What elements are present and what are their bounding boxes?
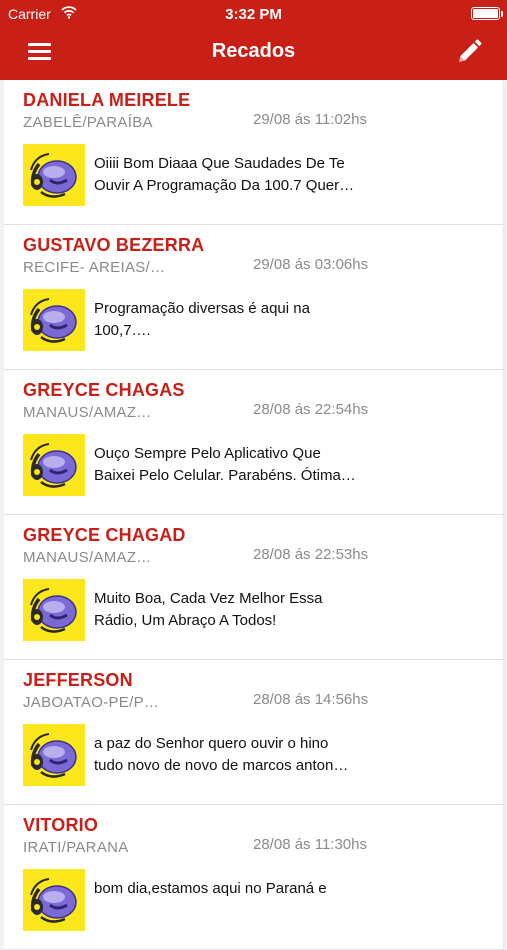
sender-name: DANIELA MEIRELE	[23, 90, 191, 110]
sender-city: JABOATAO-PE/P…	[23, 694, 160, 711]
message-date: 29/08 ás 03:06hs	[253, 256, 369, 273]
sender-name: GUSTAVO BEZERRA	[23, 235, 205, 255]
message-preview: Oiiii Bom Diaaa Que Saudades De Te Ouvir…	[94, 155, 355, 194]
message-preview: Programação diversas é aqui na 100,7….	[94, 300, 310, 339]
message-card[interactable]: JEFFERSON JABOATAO-PE/P… 28/08 ás 14:56h…	[4, 660, 503, 805]
message-date: 28/08 ás 14:56hs	[253, 691, 369, 708]
radio-logo-avatar	[23, 144, 85, 206]
sender-name: GREYCE CHAGAS	[23, 380, 185, 400]
status-bar: Carrier 3:32 PM	[0, 0, 507, 28]
radio-logo-avatar	[23, 579, 85, 641]
radio-logo-avatar	[23, 434, 85, 496]
sender-city: RECIFE- AREIAS/…	[23, 259, 166, 276]
sender-city: IRATI/PARANA	[23, 839, 129, 856]
battery-icon	[471, 7, 503, 20]
sender-city: MANAUS/AMAZ…	[23, 404, 152, 421]
pencil-icon[interactable]	[455, 38, 483, 66]
message-preview: Muito Boa, Cada Vez Melhor Essa Rádio, U…	[94, 590, 323, 629]
message-date: 28/08 ás 11:30hs	[253, 836, 367, 853]
message-list[interactable]: DANIELA MEIRELE ZABELÊ/PARAÍBA 29/08 ás …	[0, 80, 507, 950]
message-preview: bom dia,estamos aqui no Paraná e	[94, 880, 327, 897]
message-card[interactable]: VITORIO IRATI/PARANA 28/08 ás 11:30hs bo…	[4, 805, 503, 950]
message-date: 28/08 ás 22:53hs	[253, 546, 369, 563]
message-preview: Ouço Sempre Pelo Aplicativo Que Baixei P…	[94, 445, 356, 484]
sender-city: MANAUS/AMAZ…	[23, 549, 152, 566]
message-card[interactable]: GREYCE CHAGAS MANAUS/AMAZ… 28/08 ás 22:5…	[4, 370, 503, 515]
page-title: Recados	[211, 40, 296, 62]
sender-name: GREYCE CHAGAD	[23, 525, 186, 545]
radio-logo-avatar	[23, 289, 85, 351]
radio-logo-avatar	[23, 869, 85, 931]
sender-name: VITORIO	[23, 815, 99, 835]
message-card[interactable]: GUSTAVO BEZERRA RECIFE- AREIAS/… 29/08 á…	[4, 225, 503, 370]
message-preview: a paz do Senhor quero ouvir o hino tudo …	[94, 735, 349, 774]
message-card[interactable]: GREYCE CHAGAD MANAUS/AMAZ… 28/08 ás 22:5…	[4, 515, 503, 660]
message-date: 28/08 ás 22:54hs	[253, 401, 369, 418]
clock: 3:32 PM	[225, 6, 282, 23]
message-date: 29/08 ás 11:02hs	[253, 111, 367, 128]
message-card[interactable]: DANIELA MEIRELE ZABELÊ/PARAÍBA 29/08 ás …	[4, 80, 503, 225]
navigation-bar: Carrier 3:32 PM Recados	[0, 0, 507, 80]
radio-logo-avatar	[23, 724, 85, 786]
sender-name: JEFFERSON	[23, 670, 133, 690]
sender-city: ZABELÊ/PARAÍBA	[23, 114, 153, 131]
